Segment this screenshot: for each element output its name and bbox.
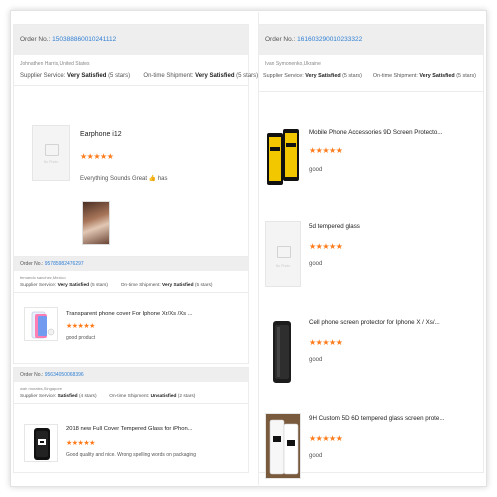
- product-title[interactable]: 5d tempered glass: [309, 223, 360, 230]
- review-card: Order No.: 161603290010233322 Ivan Symon…: [259, 24, 484, 479]
- phone-case-icon: [31, 311, 55, 339]
- rating-stars: ★★★★★: [80, 152, 114, 161]
- review-comment: Everything Sounds Great 👍 has: [80, 176, 168, 182]
- product-image[interactable]: [265, 413, 301, 479]
- product-image[interactable]: [265, 125, 301, 191]
- supplier-ratings: Supplier Service: Very Satisfied (5 star…: [259, 67, 483, 92]
- order-label: Order No.:: [20, 261, 44, 267]
- no-photo-label: No Photo: [43, 160, 59, 164]
- order-header: Order No.: 95785982476297: [14, 257, 248, 271]
- product-thumbnail-placeholder[interactable]: No Photo: [32, 125, 70, 181]
- supplier-ratings: Supplier Service: Satisfied (4 stars) On…: [14, 391, 248, 404]
- order-number-link[interactable]: 161603290010233322: [297, 36, 362, 43]
- order-label: Order No.:: [20, 372, 44, 378]
- product-title[interactable]: Earphone i12: [80, 131, 122, 138]
- order-number-link[interactable]: 150388860010241112: [52, 36, 116, 43]
- order-header: Order No.: 150388860010241112: [14, 25, 248, 55]
- product-image[interactable]: [265, 317, 301, 387]
- order-header: Order No.: 95634050068396: [14, 368, 248, 382]
- buyer-name: Johnathen Harris,United States: [20, 61, 90, 67]
- rating-stars: ★★★★★: [66, 323, 95, 330]
- product-image[interactable]: [24, 307, 58, 341]
- buyer-name: wah morales,Singapore: [20, 386, 63, 391]
- order-label: Order No.:: [20, 36, 51, 43]
- image-placeholder-icon: [45, 144, 59, 156]
- order-label: Order No.:: [265, 36, 296, 43]
- image-placeholder-icon: [277, 246, 291, 258]
- no-photo-label: No Photo: [275, 264, 291, 268]
- supplier-ratings: Supplier Service: Very Satisfied (5 star…: [14, 67, 258, 86]
- product-image[interactable]: [24, 424, 58, 462]
- review-card: Order No.: 95785982476297 fernando sanch…: [13, 256, 249, 364]
- review-photo[interactable]: [82, 201, 110, 245]
- product-title[interactable]: Mobile Phone Accessories 9D Screen Prote…: [309, 129, 442, 136]
- review-comment: Good quality and nice. Wrong spelling wo…: [66, 452, 196, 458]
- order-number-link[interactable]: 95785982476297: [45, 261, 84, 267]
- product-title[interactable]: Transparent phone cover For Iphone Xr/Xs…: [66, 311, 192, 317]
- buyer-name: fernando sanchez,Mexico: [20, 275, 66, 280]
- screen-protector-box-icon: [267, 129, 299, 185]
- review-card: Order No.: 95634050068396 wah morales,Si…: [13, 367, 249, 473]
- review-comment: good: [309, 261, 323, 267]
- rating-stars: ★★★★★: [66, 440, 95, 447]
- phone-screen-protector-icon: [273, 321, 291, 383]
- product-thumbnail-placeholder[interactable]: No Photo: [265, 221, 301, 287]
- product-title[interactable]: Cell phone screen protector for Iphone X…: [309, 319, 440, 326]
- product-title[interactable]: 2018 new Full Cover Tempered Glass for i…: [66, 426, 193, 432]
- rating-stars: ★★★★★: [309, 434, 343, 443]
- supplier-ratings: Supplier Service: Very Satisfied (5 star…: [14, 280, 248, 293]
- review-card: Order No.: 150388860010241112 Johnathen …: [13, 24, 258, 259]
- order-header: Order No.: 161603290010233322: [259, 25, 483, 55]
- review-comment: good: [309, 167, 323, 173]
- tempered-glass-package-icon: [266, 414, 300, 478]
- order-number-link[interactable]: 95634050068396: [45, 372, 84, 378]
- right-column: Order No.: 161603290010233322 Ivan Symon…: [258, 12, 484, 485]
- rating-stars: ★★★★★: [309, 338, 343, 347]
- review-comment: good: [309, 453, 323, 459]
- rating-stars: ★★★★★: [309, 242, 343, 251]
- left-column: Order No.: 150388860010241112 Johnathen …: [13, 12, 258, 477]
- product-title[interactable]: 9H Custom 5D 6D tempered glass screen pr…: [309, 415, 445, 422]
- tempered-glass-box-icon: [34, 428, 50, 460]
- review-comment: good: [309, 357, 323, 363]
- review-comment: good product: [66, 335, 96, 341]
- rating-stars: ★★★★★: [309, 146, 343, 155]
- buyer-name: Ivan Symonenko,Ukraine: [265, 61, 321, 67]
